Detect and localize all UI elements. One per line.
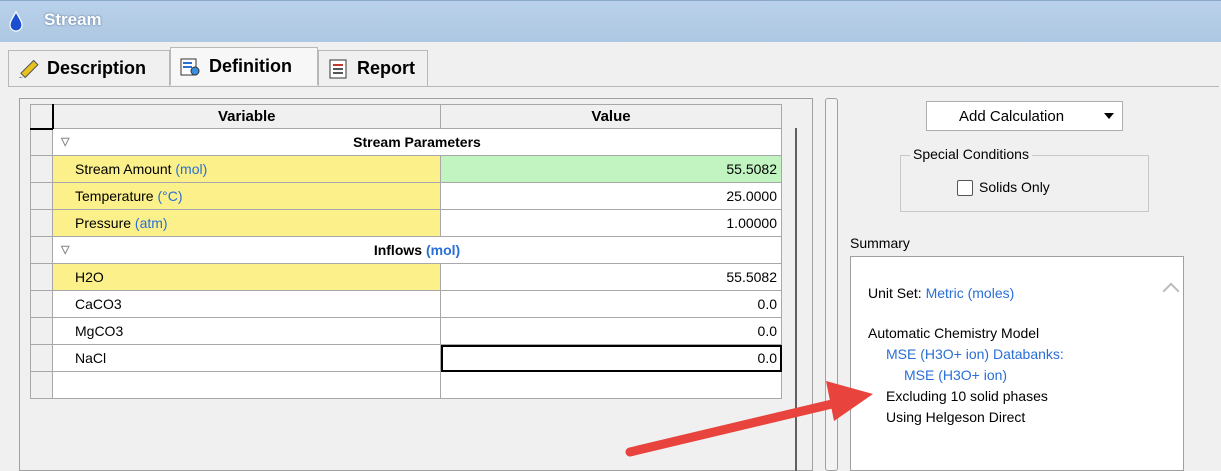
variable-cell[interactable]: Stream Amount (mol) — [52, 155, 441, 183]
tab-description-label: Description — [47, 58, 147, 78]
row-header[interactable] — [30, 209, 53, 237]
value-cell-empty[interactable] — [440, 371, 782, 399]
splitter-bar[interactable] — [825, 98, 838, 471]
unit-label: (°C) — [157, 188, 183, 204]
unit-set-label: Unit Set: — [868, 285, 922, 301]
column-header-variable[interactable]: Variable — [52, 104, 441, 129]
variable-cell-empty[interactable] — [52, 371, 441, 399]
excluding-solids-text: Excluding 10 solid phases — [886, 388, 1048, 404]
variable-cell[interactable]: H2O — [52, 263, 441, 291]
row-header[interactable] — [30, 371, 53, 399]
value-cell[interactable]: 0.0 — [440, 290, 782, 318]
add-calculation-dropdown[interactable]: Add Calculation — [926, 101, 1123, 131]
table-row[interactable]: Pressure (atm) 1.00000 — [30, 209, 782, 237]
tab-report-label: Report — [357, 58, 415, 78]
report-icon — [329, 59, 347, 78]
row-header[interactable] — [30, 155, 53, 183]
unit-set-link[interactable]: Metric (moles) — [926, 285, 1015, 301]
table-row[interactable]: Stream Amount (mol) 55.5082 — [30, 155, 782, 183]
databanks-link[interactable]: MSE (H3O+ ion) Databanks: — [886, 346, 1064, 362]
row-header[interactable] — [30, 290, 53, 318]
variable-cell[interactable]: NaCl — [52, 344, 441, 372]
collapse-triangle-icon[interactable]: ▽ — [61, 135, 69, 148]
table-row[interactable]: Temperature (°C) 25.0000 — [30, 182, 782, 210]
chemistry-model-text: Automatic Chemistry Model — [868, 325, 1040, 341]
add-calculation-label: Add Calculation — [959, 107, 1065, 125]
special-conditions-legend: Special Conditions — [910, 146, 1032, 162]
row-header[interactable] — [30, 344, 53, 372]
window-titlebar: Stream — [0, 0, 1221, 42]
tab-report[interactable]: Report — [318, 50, 428, 86]
table-row[interactable]: NaCl 0.0 — [30, 344, 782, 372]
solids-only-label[interactable]: Solids Only — [979, 179, 1050, 195]
scroll-up-icon[interactable] — [1162, 282, 1180, 300]
definition-icon — [180, 58, 200, 75]
chevron-down-icon — [1104, 113, 1114, 119]
variable-grid: Variable Value ▽ Stream Parameters Strea… — [30, 104, 782, 416]
unit-label: (mol) — [425, 242, 461, 258]
row-header[interactable] — [30, 317, 53, 345]
unit-label: (mol) — [175, 161, 208, 177]
variable-cell[interactable]: Pressure (atm) — [52, 209, 441, 237]
collapse-triangle-icon[interactable]: ▽ — [61, 243, 69, 256]
value-cell[interactable]: 25.0000 — [440, 182, 782, 210]
row-header[interactable] — [30, 236, 53, 264]
value-cell[interactable]: 0.0 — [440, 317, 782, 345]
section-stream-parameters[interactable]: ▽ Stream Parameters — [52, 128, 782, 156]
unit-set-line: Unit Set: Metric (moles) — [868, 285, 1014, 301]
tab-definition[interactable]: Definition — [170, 47, 318, 85]
summary-box[interactable]: Unit Set: Metric (moles) Automatic Chemi… — [850, 256, 1184, 471]
table-row-empty[interactable] — [30, 371, 782, 399]
value-cell-selected[interactable]: 0.0 — [440, 344, 782, 372]
variable-name: Temperature — [75, 188, 154, 204]
window-title: Stream — [44, 10, 102, 29]
variable-name: Pressure — [75, 215, 132, 231]
solids-only-checkbox[interactable] — [957, 180, 973, 196]
section-title: Inflows — [373, 242, 423, 258]
summary-label: Summary — [850, 235, 910, 251]
section-title: Stream Parameters — [353, 134, 481, 150]
table-row[interactable]: CaCO3 0.0 — [30, 290, 782, 318]
value-cell[interactable]: 1.00000 — [440, 209, 782, 237]
column-header-value[interactable]: Value — [440, 104, 782, 129]
variable-cell[interactable]: CaCO3 — [52, 290, 441, 318]
databank-item-link[interactable]: MSE (H3O+ ion) — [904, 367, 1007, 383]
grid-scrollbar[interactable] — [795, 128, 797, 471]
section-inflows[interactable]: ▽ Inflows (mol) — [52, 236, 782, 264]
helgeson-text: Using Helgeson Direct — [886, 409, 1026, 425]
tab-description[interactable]: Description — [8, 50, 170, 86]
table-row[interactable]: H2O 55.5082 — [30, 263, 782, 291]
tab-definition-label: Definition — [209, 56, 292, 76]
variable-cell[interactable]: MgCO3 — [52, 317, 441, 345]
variable-name: Stream Amount — [75, 161, 172, 177]
variable-cell[interactable]: Temperature (°C) — [52, 182, 441, 210]
special-conditions-group: Special Conditions Solids Only — [900, 146, 1149, 212]
water-drop-icon — [9, 10, 23, 32]
tab-divider — [8, 86, 1219, 87]
grid-corner[interactable] — [30, 104, 54, 130]
row-header[interactable] — [30, 182, 53, 210]
row-header[interactable] — [30, 263, 53, 291]
pencil-icon — [19, 59, 39, 78]
table-row[interactable]: MgCO3 0.0 — [30, 317, 782, 345]
value-cell[interactable]: 55.5082 — [440, 155, 782, 183]
unit-label: (atm) — [134, 215, 168, 231]
value-cell[interactable]: 55.5082 — [440, 263, 782, 291]
row-header[interactable] — [30, 128, 53, 156]
